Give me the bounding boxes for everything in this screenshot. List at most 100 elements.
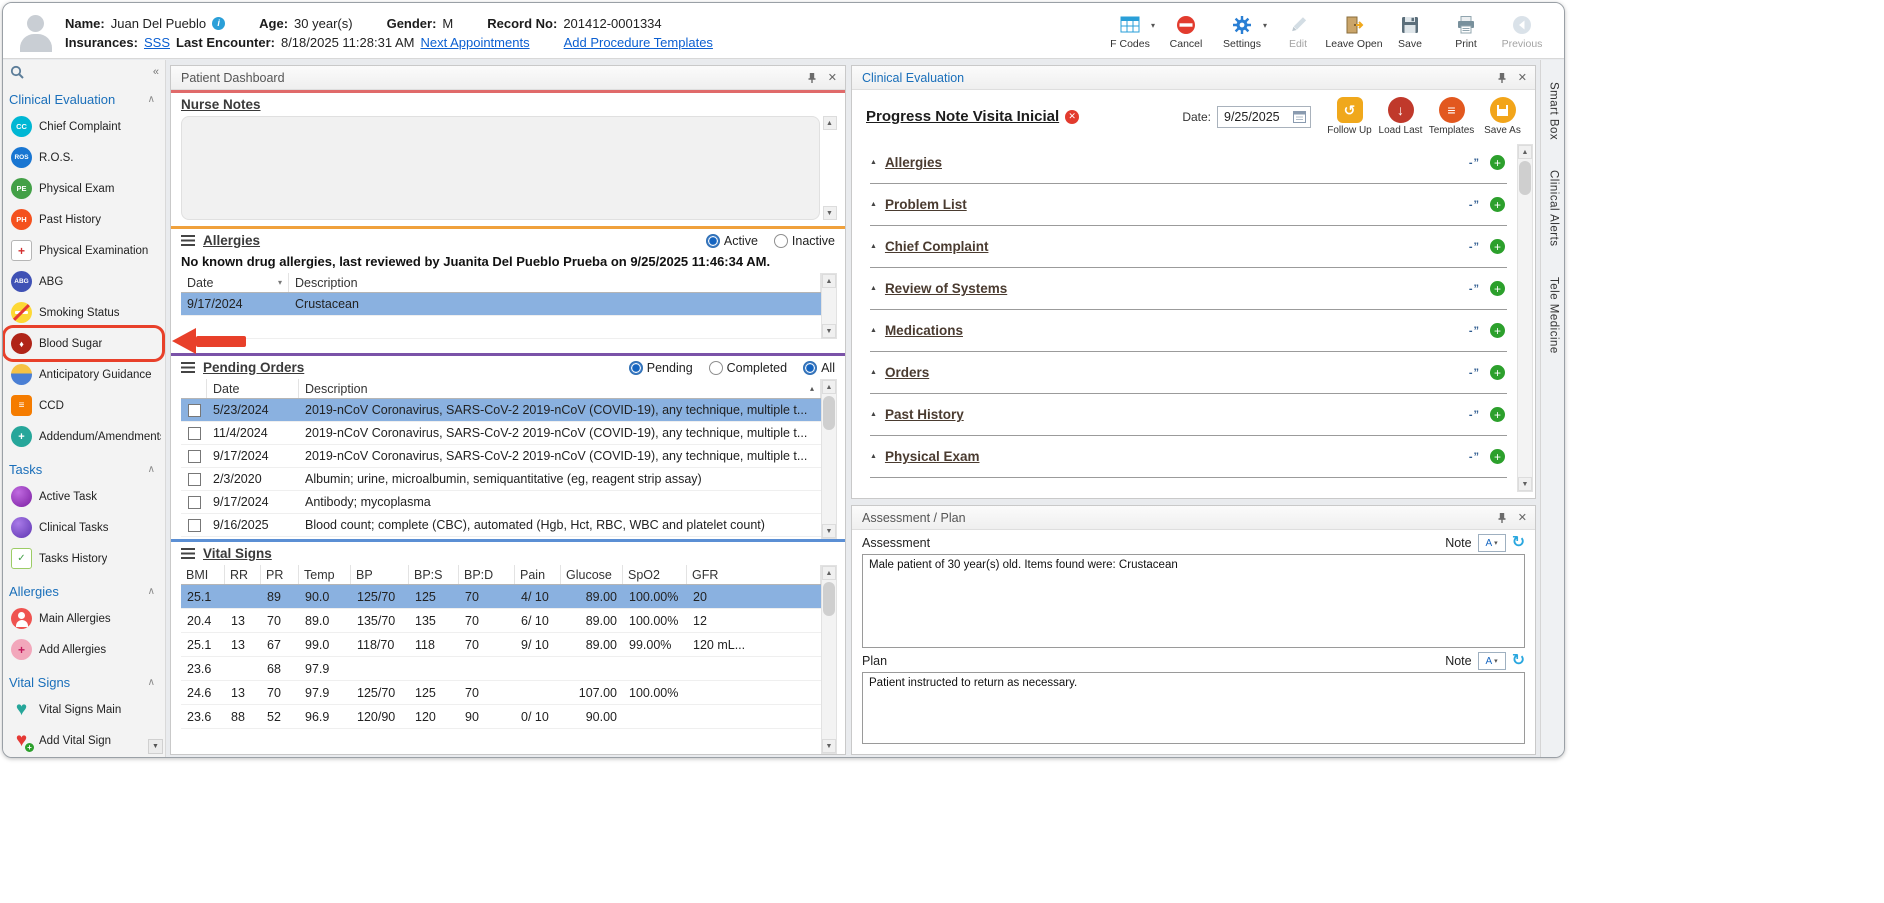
radio-active[interactable]: Active (705, 233, 758, 248)
sidebar-item-tasks-history[interactable]: ✓ Tasks History (3, 543, 165, 574)
sidebar-item-active-task[interactable]: Active Task (3, 481, 165, 512)
checkbox[interactable] (187, 449, 201, 463)
radio-pending[interactable]: Pending (628, 360, 693, 375)
column-header[interactable]: BP:D (459, 565, 515, 584)
dictation-icon[interactable]: -” (1469, 367, 1480, 379)
column-header-description[interactable]: Description ▴ (299, 379, 821, 398)
sidebar-item-physical-examination[interactable]: + Physical Examination (3, 235, 165, 266)
dictation-icon[interactable]: -” (1469, 157, 1480, 169)
checkbox[interactable] (187, 403, 201, 417)
templates-button[interactable]: ≡ Templates (1427, 97, 1476, 136)
dictation-icon[interactable]: -” (1469, 325, 1480, 337)
add-section-button[interactable]: + (1490, 197, 1505, 212)
expand-marker-icon[interactable]: ▲ (870, 159, 877, 166)
sidebar-item-add-allergies[interactable]: + Add Allergies (3, 634, 165, 665)
add-section-button[interactable]: + (1490, 323, 1505, 338)
filter-dropdown-icon[interactable]: ▾ (278, 278, 282, 287)
delete-note-icon[interactable]: ✕ (1065, 109, 1080, 124)
vital-signs-row[interactable]: 25.1 89 90.0 125/70 125 70 4/ 10 89.00 1… (181, 585, 821, 609)
add-section-button[interactable]: + (1490, 155, 1505, 170)
checkbox[interactable] (187, 495, 201, 509)
column-header[interactable]: BMI (181, 565, 225, 584)
sidebar-item-abg[interactable]: ABG ABG (3, 266, 165, 297)
allergies-scrollbar[interactable]: ▲ ▼ (821, 273, 837, 339)
sidebar-section-vital-signs[interactable]: Vital Signs ∧ (3, 670, 165, 694)
scroll-down-icon[interactable]: ▼ (1518, 477, 1532, 491)
sidebar-section-clinical-evaluation[interactable]: Clinical Evaluation ∧ (3, 87, 165, 111)
pending-orders-title[interactable]: Pending Orders (203, 360, 304, 375)
note-format-dropdown[interactable]: A ▾ (1477, 652, 1506, 670)
radio-all[interactable]: All (803, 360, 835, 375)
vital-signs-row[interactable]: 20.4 13 70 89.0 135/70 135 70 6/ 10 89.0… (181, 609, 821, 633)
column-header-description[interactable]: Description (289, 273, 821, 292)
scrollbar-thumb[interactable] (823, 582, 835, 616)
scroll-up-icon[interactable]: ▲ (1518, 145, 1532, 159)
sidebar-item-add-vital-sign[interactable]: ♥ Add Vital Sign (3, 725, 165, 756)
assessment-textarea[interactable]: Male patient of 30 year(s) old. Items fo… (862, 554, 1525, 648)
settings-button[interactable]: ▾ Settings (1214, 12, 1270, 52)
print-button[interactable]: Print (1438, 12, 1494, 52)
section-menu-icon[interactable] (181, 235, 195, 246)
vital-signs-title[interactable]: Vital Signs (203, 546, 272, 561)
expand-marker-icon[interactable]: ▲ (870, 201, 877, 208)
dropdown-arrow-icon[interactable]: ▾ (1151, 21, 1155, 30)
pending-order-row[interactable]: 5/23/2024 2019-nCoV Coronavirus, SARS-Co… (181, 399, 821, 422)
radio-inactive[interactable]: Inactive (773, 233, 835, 248)
allergies-title[interactable]: Allergies (203, 233, 260, 248)
dictation-icon[interactable]: -” (1469, 199, 1480, 211)
scroll-down-icon[interactable]: ▼ (822, 739, 836, 753)
pin-icon[interactable] (806, 72, 818, 84)
vital-signs-row[interactable]: 23.6 88 52 96.9 120/90 120 90 0/ 10 90.0… (181, 705, 821, 729)
nurse-notes-textarea[interactable] (181, 116, 820, 220)
add-section-button[interactable]: + (1490, 281, 1505, 296)
add-section-button[interactable]: + (1490, 239, 1505, 254)
vital-signs-row[interactable]: 24.6 13 70 97.9 125/70 125 70 107.00 100… (181, 681, 821, 705)
refresh-icon[interactable]: ↻ (1512, 535, 1525, 551)
follow-up-button[interactable]: ↺ Follow Up (1325, 97, 1374, 136)
column-header-date[interactable]: Date ▾ (181, 273, 289, 292)
info-icon[interactable]: i (212, 16, 226, 30)
column-header[interactable]: PR (261, 565, 299, 584)
sidebar-section-allergies[interactable]: Allergies ∧ (3, 579, 165, 603)
sidebar-item-ros[interactable]: ROS R.O.S. (3, 142, 165, 173)
sidebar-item-past-history[interactable]: PH Past History (3, 204, 165, 235)
column-header[interactable]: Glucose (561, 565, 623, 584)
add-procedure-templates-link[interactable]: Add Procedure Templates (564, 35, 713, 50)
refresh-icon[interactable]: ↻ (1512, 653, 1525, 669)
note-format-dropdown[interactable]: A ▾ (1477, 534, 1506, 552)
collapse-sidebar-icon[interactable]: « (153, 66, 159, 78)
column-header[interactable]: RR (225, 565, 261, 584)
add-section-button[interactable]: + (1490, 407, 1505, 422)
scroll-up-icon[interactable]: ▲ (822, 116, 837, 130)
pending-order-row[interactable]: 9/17/2024 2019-nCoV Coronavirus, SARS-Co… (181, 445, 821, 468)
checkbox[interactable] (187, 472, 201, 486)
note-section-title[interactable]: Allergies (885, 155, 942, 170)
section-menu-icon[interactable] (181, 548, 195, 559)
pending-orders-scrollbar[interactable]: ▲ ▼ (821, 379, 837, 539)
allergy-row[interactable]: 9/17/2024 Crustacean (181, 293, 821, 316)
leave-open-button[interactable]: Leave Open (1325, 12, 1383, 52)
expand-marker-icon[interactable]: ▲ (870, 327, 877, 334)
close-icon[interactable]: ✕ (828, 71, 837, 84)
insurances-link[interactable]: SSS (144, 35, 170, 50)
plan-textarea[interactable]: Patient instructed to return as necessar… (862, 672, 1525, 744)
close-icon[interactable]: ✕ (1518, 511, 1527, 524)
dictation-icon[interactable]: -” (1469, 283, 1480, 295)
pending-order-row[interactable]: 9/16/2025 Blood count; complete (CBC), a… (181, 514, 821, 537)
date-input[interactable]: 9/25/2025 (1217, 105, 1311, 128)
sidebar-scroll-down-button[interactable]: ▼ (148, 739, 163, 754)
note-section-title[interactable]: Past History (885, 407, 964, 422)
dictation-icon[interactable]: -” (1469, 241, 1480, 253)
note-section-title[interactable]: Review of Systems (885, 281, 1007, 296)
checkbox[interactable] (187, 518, 201, 532)
cancel-button[interactable]: Cancel (1158, 12, 1214, 52)
column-header[interactable]: Temp (299, 565, 351, 584)
expand-marker-icon[interactable]: ▲ (870, 411, 877, 418)
sidebar-item-clinical-tasks[interactable]: Clinical Tasks (3, 512, 165, 543)
calendar-icon[interactable] (1293, 110, 1306, 123)
tab-tele-medicine[interactable]: Tele Medicine (1548, 277, 1560, 354)
vital-signs-row[interactable]: 23.6 68 97.9 (181, 657, 821, 681)
scroll-up-icon[interactable]: ▲ (822, 274, 836, 288)
progress-note-title[interactable]: Progress Note Visita Inicial (866, 108, 1059, 125)
sidebar-item-addendum-amendments[interactable]: + Addendum/Amendments (3, 421, 165, 452)
